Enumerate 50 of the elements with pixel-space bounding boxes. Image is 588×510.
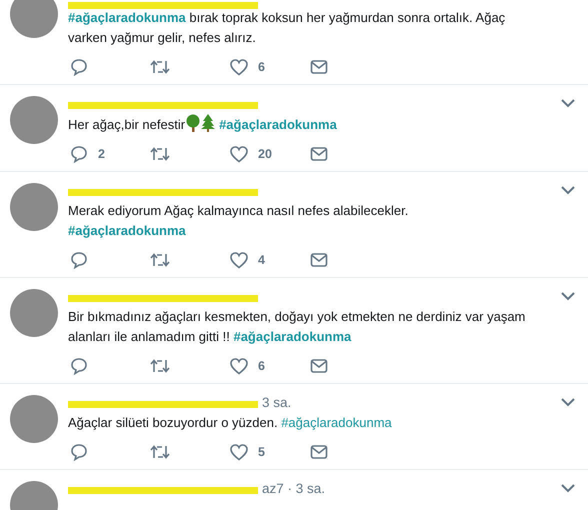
heart-icon[interactable] (230, 358, 248, 374)
like-count: 6 (258, 359, 265, 373)
tree-icon (185, 114, 202, 132)
chevron-down-icon[interactable] (560, 185, 576, 195)
hashtag-link[interactable]: #ağaçlaradokunma (233, 329, 352, 344)
hashtag-link[interactable]: #ağaçlaradokunma (281, 415, 392, 430)
envelope-icon[interactable] (310, 252, 328, 268)
retweet-icon[interactable] (150, 251, 170, 269)
tweet-time: az7 · 3 sa. (262, 480, 326, 496)
retweet-icon[interactable] (150, 145, 170, 163)
like-count: 20 (258, 147, 272, 161)
reply-count: 2 (98, 147, 105, 161)
chevron-down-icon[interactable] (560, 291, 576, 301)
envelope-icon[interactable] (310, 444, 328, 460)
reply-icon[interactable] (70, 251, 88, 269)
tweet-text: Bir bıkmadınız ağaçları kesmekten, doğayı yok etmekten ne derdiniz var yaşam alanları ile anlamadım gitti !! #ağaçlaradokunma (68, 308, 526, 346)
tweet-text: #ağaçlaradokunma bırak toprak koksun her yağmurdan sonra ortalık. Ağaç varken yağmur gelir, nefes alırız. (68, 9, 506, 47)
like-count: 4 (258, 253, 265, 267)
reply-icon[interactable] (70, 443, 88, 461)
avatar-photo-placeholder[interactable] (10, 183, 58, 231)
heart-icon[interactable] (230, 58, 248, 76)
tweet-text: Her ağaç,bir nefestir #ağaçlaradokunma (68, 114, 576, 135)
reply-icon[interactable] (70, 357, 88, 375)
envelope-icon[interactable] (310, 59, 328, 75)
like-count: 5 (258, 445, 265, 459)
retweet-icon[interactable] (150, 58, 170, 76)
hashtag-link[interactable]: #ağaçlaradokunma (68, 223, 186, 238)
tweet-time: 3 sa. (262, 394, 292, 410)
chevron-down-icon[interactable] (560, 397, 576, 407)
avatar-photo-placeholder[interactable] (10, 0, 58, 38)
avatar-photo-placeholder[interactable] (10, 395, 58, 443)
hashtag-link[interactable]: #ağaçlaradokunma (68, 10, 186, 25)
reply-icon[interactable] (70, 58, 88, 76)
tweet-text: Ağaçlar silüeti bozuyordur o yüzden. #ağaçlaradokunma (68, 414, 393, 432)
like-count: 6 (258, 60, 265, 74)
retweet-icon[interactable] (150, 443, 170, 461)
heart-icon[interactable] (230, 146, 248, 162)
hashtag-link[interactable]: #ağaçlaradokunma (219, 117, 337, 132)
chevron-down-icon[interactable] (560, 483, 576, 493)
avatar-photo-placeholder[interactable] (10, 289, 58, 337)
chevron-down-icon[interactable] (560, 98, 576, 108)
envelope-icon[interactable] (310, 358, 328, 374)
tweet-text: Merak ediyorum Ağaç kalmayınca nasıl nefes alabilecekler. #ağaçlaradokunma (68, 202, 410, 240)
heart-icon[interactable] (230, 252, 248, 268)
avatar-photo-placeholder[interactable] (10, 96, 58, 144)
tree-icon (201, 114, 216, 132)
retweet-icon[interactable] (150, 357, 170, 375)
heart-icon[interactable] (230, 444, 248, 460)
envelope-icon[interactable] (310, 146, 328, 162)
reply-icon[interactable] (70, 145, 88, 163)
